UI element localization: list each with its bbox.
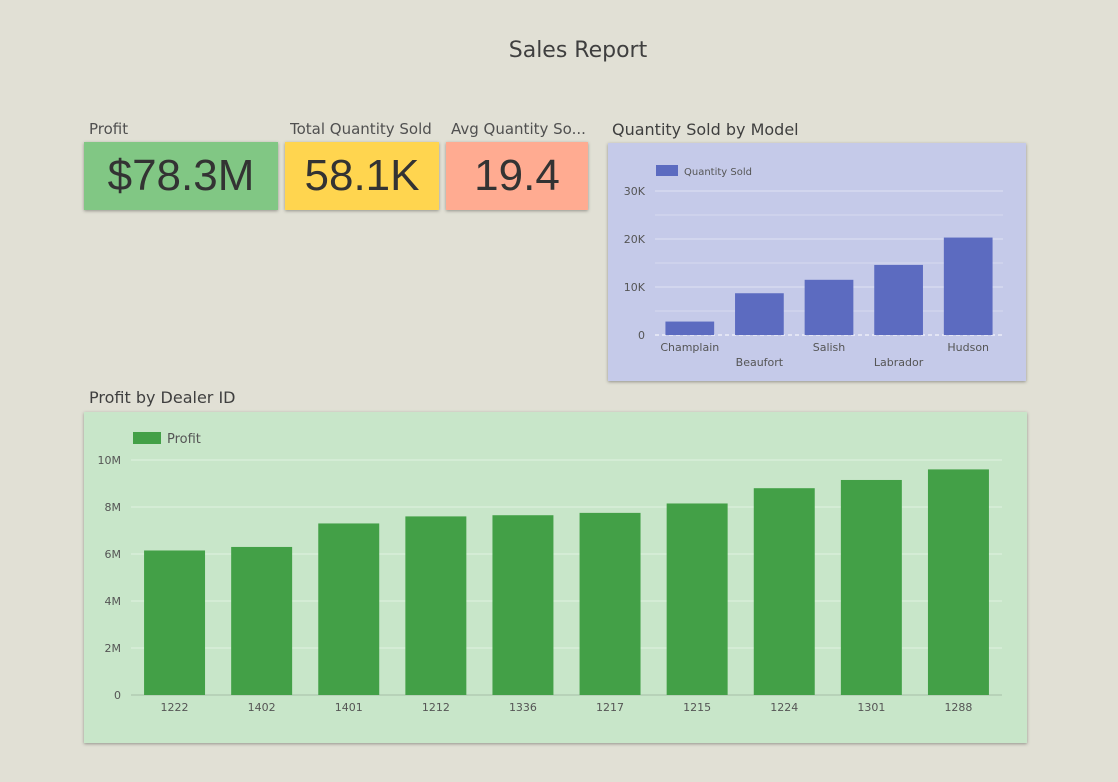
kpi-total-quantity-scorecard[interactable]: 58.1K [285, 142, 439, 210]
x-tick-label: Hudson [947, 341, 989, 354]
kpi-total-quantity-value: 58.1K [304, 151, 420, 200]
profit-chart-title: Profit by Dealer ID [89, 388, 236, 407]
x-tick-label: 1402 [248, 701, 276, 714]
legend-label: Profit [167, 432, 201, 447]
y-tick-label: 10K [624, 281, 646, 294]
x-tick-label: 1224 [770, 701, 798, 714]
kpi-avg-quantity-label: Avg Quantity So... [451, 120, 586, 138]
y-tick-label: 30K [624, 185, 646, 198]
y-tick-label: 4M [105, 595, 122, 608]
x-tick-label: 1222 [161, 701, 189, 714]
x-tick-label: 1217 [596, 701, 624, 714]
kpi-profit-value: $78.3M [107, 151, 255, 200]
x-tick-label: 1215 [683, 701, 711, 714]
y-tick-label: 0 [114, 689, 121, 702]
quantity-chart-title: Quantity Sold by Model [612, 120, 799, 139]
kpi-profit-label: Profit [89, 120, 129, 138]
y-tick-label: 2M [105, 642, 122, 655]
bar [231, 546, 293, 695]
y-tick-label: 8M [105, 501, 122, 514]
kpi-profit-scorecard[interactable]: $78.3M [84, 142, 278, 210]
y-tick-label: 20K [624, 233, 646, 246]
y-tick-label: 10M [98, 454, 122, 467]
x-tick-label: 1288 [944, 701, 972, 714]
bar [840, 479, 902, 695]
bar [874, 264, 923, 335]
bar [665, 321, 715, 335]
kpi-avg-quantity-scorecard[interactable]: 19.4 [446, 142, 588, 210]
profit-chart-svg: 0 2M 4M 6M 8M 10M 1222 1402 1401 1212 1336 1217 1215… [98, 432, 1002, 714]
bar [318, 523, 380, 695]
bar [579, 512, 641, 695]
bar [405, 516, 467, 695]
legend-swatch [133, 432, 161, 444]
quantity-by-model-chart[interactable]: 0 10K 20K 30K Champlain Beaufort Salish Labrado… [608, 143, 1026, 381]
report-title: Sales Report [508, 38, 648, 63]
bar [666, 503, 728, 695]
bar [144, 550, 206, 695]
y-tick-label: 6M [105, 548, 122, 561]
kpi-avg-quantity-value: 19.4 [474, 151, 560, 200]
bar [735, 293, 784, 335]
x-tick-label: 1301 [857, 701, 885, 714]
x-tick-label: Labrador [874, 356, 924, 369]
legend-swatch [656, 165, 678, 176]
x-tick-label: Salish [813, 341, 846, 354]
kpi-total-quantity-label: Total Quantity Sold [290, 120, 432, 138]
bar [753, 488, 815, 695]
bar [804, 279, 854, 335]
bar [492, 515, 554, 695]
x-tick-label: 1336 [509, 701, 537, 714]
y-tick-label: 0 [638, 329, 645, 342]
x-tick-label: 1212 [422, 701, 450, 714]
bar [927, 469, 989, 695]
x-tick-label: Beaufort [736, 356, 784, 369]
bar [943, 237, 993, 335]
profit-by-dealer-chart[interactable]: 0 2M 4M 6M 8M 10M 1222 1402 1401 1212 1336 1217 1215… [84, 412, 1027, 743]
legend-label: Quantity Sold [684, 167, 752, 178]
x-tick-label: Champlain [660, 341, 719, 354]
quantity-chart-svg: 0 10K 20K 30K Champlain Beaufort Salish Labrado… [624, 165, 1003, 369]
x-tick-label: 1401 [335, 701, 363, 714]
